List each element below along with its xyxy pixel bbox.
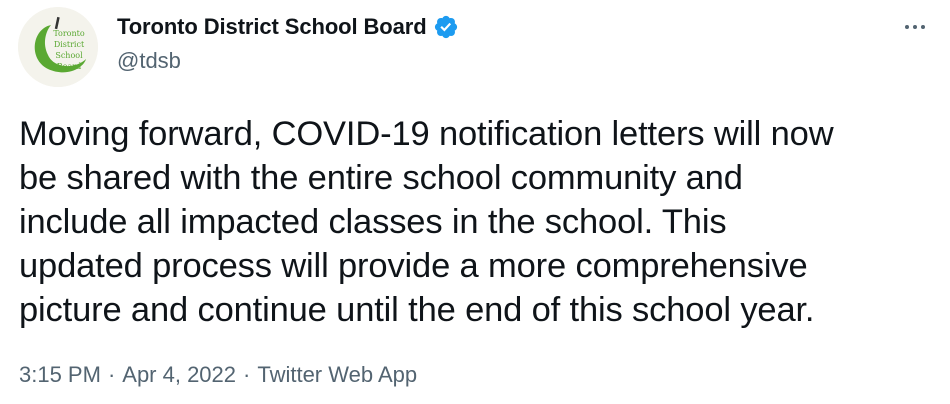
tweet-card: Toronto District School Board Toronto Di… <box>0 0 950 404</box>
author-name-row: Toronto District School Board <box>117 12 459 42</box>
author-display-name[interactable]: Toronto District School Board <box>117 14 427 40</box>
tdsb-logo-icon: Toronto District School Board <box>18 7 98 87</box>
tweet-source[interactable]: Twitter Web App <box>257 362 417 388</box>
meta-separator: · <box>107 362 116 387</box>
svg-text:Toronto: Toronto <box>53 29 85 38</box>
more-options-button[interactable] <box>898 14 932 40</box>
tweet-date[interactable]: Apr 4, 2022 <box>122 362 236 388</box>
more-dot <box>921 25 925 29</box>
tweet-text-line: be shared with the entire school communi… <box>19 159 743 197</box>
author-avatar[interactable]: Toronto District School Board <box>18 7 98 87</box>
author-handle[interactable]: @tdsb <box>117 48 459 74</box>
svg-text:Board: Board <box>57 62 81 71</box>
tweet-text: Moving forward, COVID-19 notification le… <box>19 112 939 332</box>
tweet-text-line: Moving forward, COVID-19 notification le… <box>19 115 834 153</box>
svg-text:School: School <box>55 51 83 60</box>
more-dot <box>913 25 917 29</box>
tweet-time[interactable]: 3:15 PM <box>19 362 101 388</box>
meta-separator: · <box>243 362 251 387</box>
verified-badge-icon <box>433 14 459 40</box>
svg-text:District: District <box>54 40 85 49</box>
tweet-text-line: include all impacted classes in the scho… <box>19 203 727 241</box>
more-dot <box>905 25 909 29</box>
tweet-text-line: updated process will provide a more comp… <box>19 247 808 285</box>
tweet-meta: 3:15 PM · Apr 4, 2022 · Twitter Web App <box>19 362 417 388</box>
author-block: Toronto District School Board @tdsb <box>117 12 459 74</box>
tweet-text-line: picture and continue until the end of th… <box>19 291 815 329</box>
